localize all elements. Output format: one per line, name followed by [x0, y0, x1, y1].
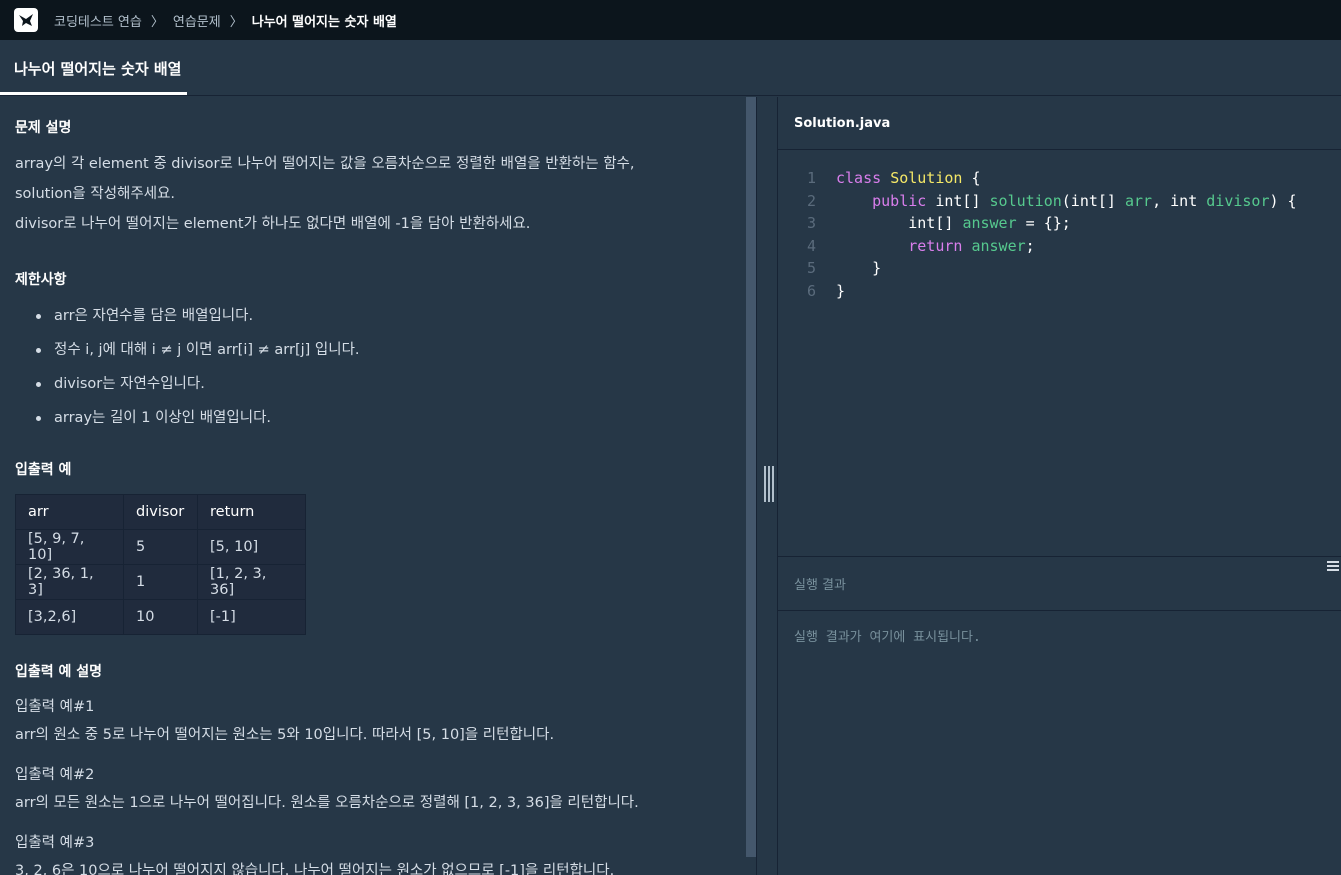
code-line: 4 return answer; — [778, 237, 1297, 260]
code-token: ) { — [1269, 191, 1297, 210]
table-header-cell: return — [197, 494, 306, 530]
line-number: 2 — [806, 191, 816, 210]
code-token: = {}; — [1016, 214, 1071, 232]
constraint-item: array는 길이 1 이상인 배열입니다. — [15, 401, 731, 435]
example-title: 입출력 예#1 — [15, 699, 95, 715]
table-cell: [-1] — [197, 599, 306, 635]
line-number: 3 — [806, 214, 816, 232]
description-line: array의 각 element 중 divisor로 나누어 떨어지는 값을 … — [15, 156, 635, 172]
description-line: solution을 작성해주세요. — [15, 186, 176, 202]
breadcrumb-coding-test[interactable]: 코딩테스트 연습 — [54, 11, 142, 30]
table-cell: [5, 10] — [197, 529, 306, 565]
table-cell: [2, 36, 1, 3] — [15, 564, 124, 600]
table-cell: 1 — [123, 564, 198, 600]
description-title: 문제 설명 — [15, 120, 72, 136]
code-token: answer — [971, 236, 1026, 255]
io-example-table: arr divisor return [5, 9, 7, 10] 5 [5, 1… — [15, 494, 306, 635]
table-header-row: arr divisor return — [15, 494, 306, 530]
example-body: arr의 모든 원소는 1으로 나누어 떨어집니다. 원소를 오름차순으로 정렬… — [15, 795, 639, 811]
table-cell: [3,2,6] — [15, 599, 124, 635]
chevron-right-icon: 〉 — [150, 14, 164, 30]
code-token: Solution — [890, 169, 963, 187]
line-number: 5 — [806, 259, 816, 277]
code-line: 1 class Solution { — [778, 169, 1297, 192]
example-body: 3, 2, 6은 10으로 나누어 떨어지지 않습니다. 나누어 떨어지는 원소… — [15, 863, 615, 875]
table-row: [5, 9, 7, 10] 5 [5, 10] — [15, 529, 306, 565]
line-number: 6 — [806, 281, 816, 300]
code-line: 6} — [778, 282, 1297, 305]
table-row: [3,2,6] 10 [-1] — [15, 599, 306, 635]
io-explain-title: 입출력 예 설명 — [15, 664, 103, 680]
code-token: , int — [1152, 191, 1207, 210]
description-scrollbar[interactable] — [746, 97, 756, 857]
code-token: int[] — [926, 191, 990, 210]
editor-panel: Solution.java 1 class Solution { 2 public… — [778, 97, 1341, 875]
code-token: answer — [962, 214, 1017, 232]
table-cell: [5, 9, 7, 10] — [15, 529, 124, 565]
line-number: 1 — [806, 169, 816, 187]
code-line: 5 } — [778, 259, 1297, 282]
constraints-title: 제한사항 — [15, 272, 67, 288]
code-token: (int[] — [1061, 191, 1125, 210]
example-body: arr의 원소 중 5로 나누어 떨어지는 원소는 5와 10입니다. 따라서 … — [15, 727, 555, 743]
table-cell: 10 — [123, 599, 198, 635]
io-title: 입출력 예 — [15, 462, 72, 478]
result-title: 실행 결과 — [794, 578, 846, 593]
constraint-item: arr은 자연수를 담은 배열입니다. — [15, 299, 731, 333]
constraint-item: 정수 i, j에 대해 i ≠ j 이면 arr[i] ≠ arr[j] 입니다… — [15, 333, 731, 367]
chevron-right-icon: 〉 — [229, 14, 243, 30]
example-title: 입출력 예#2 — [15, 767, 95, 783]
result-header: 실행 결과 — [778, 556, 1341, 611]
example-title: 입출력 예#3 — [15, 835, 95, 851]
code-line: 3 int[] answer = {}; — [778, 214, 1297, 237]
top-nav-bar: 코딩테스트 연습 〉 연습문제 〉 나누어 떨어지는 숫자 배열 — [0, 0, 1341, 40]
code-line: 2 public int[] solution (int[] arr, int d… — [778, 192, 1297, 215]
code-token: solution — [989, 191, 1062, 210]
resize-handle-icon[interactable] — [764, 466, 774, 502]
code-token: divisor — [1206, 191, 1270, 210]
code-content[interactable]: 1 class Solution { 2 public int[] solutio… — [778, 169, 1297, 304]
table-cell: [1, 2, 3, 36] — [197, 564, 306, 600]
code-token: } — [836, 281, 846, 300]
breadcrumb-practice[interactable]: 연습문제 — [173, 11, 221, 30]
code-editor[interactable]: 1 class Solution { 2 public int[] solutio… — [778, 151, 1341, 556]
constraints-list: arr은 자연수를 담은 배열입니다. 정수 i, j에 대해 i ≠ j 이면… — [15, 299, 731, 435]
code-token: ; — [1025, 236, 1035, 255]
menu-icon[interactable] — [1327, 561, 1339, 571]
description-line: divisor로 나누어 떨어지는 element가 하나도 없다면 배열에 -… — [15, 216, 531, 232]
line-number: 4 — [806, 236, 816, 255]
problem-tab-bar: 나누어 떨어지는 숫자 배열 — [0, 40, 1341, 96]
table-header-cell: arr — [15, 494, 124, 530]
constraint-item: divisor는 자연수입니다. — [15, 367, 731, 401]
code-token: { — [962, 169, 981, 187]
table-row: [2, 36, 1, 3] 1 [1, 2, 3, 36] — [15, 564, 306, 600]
tab-problem-title[interactable]: 나누어 떨어지는 숫자 배열 — [0, 40, 195, 96]
result-output: 실행 결과가 여기에 표시됩니다. — [794, 630, 981, 645]
code-token: return — [908, 236, 963, 255]
tab-active-indicator — [0, 92, 187, 95]
code-token: public — [872, 191, 927, 210]
code-token: class — [836, 169, 882, 187]
breadcrumb-current: 나누어 떨어지는 숫자 배열 — [251, 14, 397, 30]
table-cell: 5 — [123, 529, 198, 565]
problem-description-panel: 문제 설명 array의 각 element 중 divisor로 나누어 떨어… — [0, 97, 746, 875]
code-token: int[] — [908, 214, 963, 232]
code-token: arr — [1125, 191, 1153, 210]
table-header-cell: divisor — [123, 494, 198, 530]
editor-filename: Solution.java — [778, 97, 1341, 150]
programmers-logo-icon[interactable] — [14, 8, 38, 32]
code-token: } — [836, 259, 882, 277]
